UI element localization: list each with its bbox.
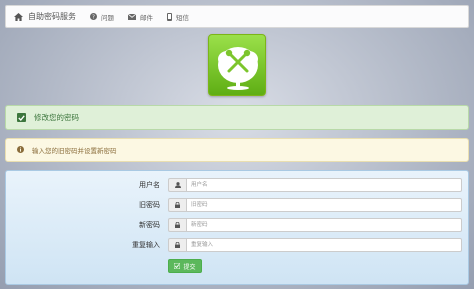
info-circle-icon: [17, 145, 24, 155]
form-row-new-password: 新密码: [6, 218, 468, 232]
submit-button[interactable]: 提交: [168, 259, 202, 273]
lock-icon: [168, 238, 186, 252]
new-password-label: 新密码: [139, 221, 160, 229]
nav-item-label: 邮件: [140, 13, 153, 22]
brand-link[interactable]: 自助密码服务: [14, 11, 76, 22]
info-alert: 输入您的旧密码并设置新密码: [5, 138, 469, 162]
home-icon: [14, 12, 23, 21]
old-password-input[interactable]: [186, 198, 462, 212]
svg-text:?: ?: [92, 14, 95, 20]
lock-icon: [168, 198, 186, 212]
navbar: 自助密码服务 ? 问题 邮件 短信: [5, 5, 469, 28]
nav-item-email[interactable]: 邮件: [128, 12, 153, 22]
nav-item-question[interactable]: ? 问题: [90, 12, 114, 22]
check-square-icon: [17, 113, 26, 122]
confirm-password-input[interactable]: [186, 238, 462, 252]
submit-button-label: 提交: [183, 263, 196, 271]
envelope-icon: [128, 13, 136, 20]
user-icon: [168, 178, 186, 192]
info-alert-text: 输入您的旧密码并设置新密码: [32, 147, 117, 155]
form-row-confirm-password: 重复输入: [6, 238, 468, 252]
username-label: 用户名: [139, 181, 160, 189]
confirm-password-label: 重复输入: [132, 241, 160, 249]
username-input[interactable]: [186, 178, 462, 192]
question-circle-icon: ?: [90, 13, 97, 20]
nav-item-label: 问题: [101, 13, 114, 22]
brand-label: 自助密码服务: [28, 12, 76, 21]
success-alert: 修改您的密码: [5, 105, 469, 130]
change-password-form: 用户名 旧密码 新密码 重复输入 提交: [5, 170, 469, 285]
form-row-username: 用户名: [6, 178, 468, 192]
lock-icon: [168, 218, 186, 232]
check-square-icon: [174, 263, 181, 269]
app-logo: [208, 34, 266, 96]
mobile-phone-icon: [167, 12, 172, 21]
form-row-old-password: 旧密码: [6, 198, 468, 212]
nav-item-sms[interactable]: 短信: [167, 12, 189, 22]
old-password-label: 旧密码: [139, 201, 160, 209]
new-password-input[interactable]: [186, 218, 462, 232]
success-alert-text: 修改您的密码: [34, 113, 79, 122]
tree-tools-logo: [218, 47, 258, 90]
nav-item-label: 短信: [176, 13, 189, 22]
